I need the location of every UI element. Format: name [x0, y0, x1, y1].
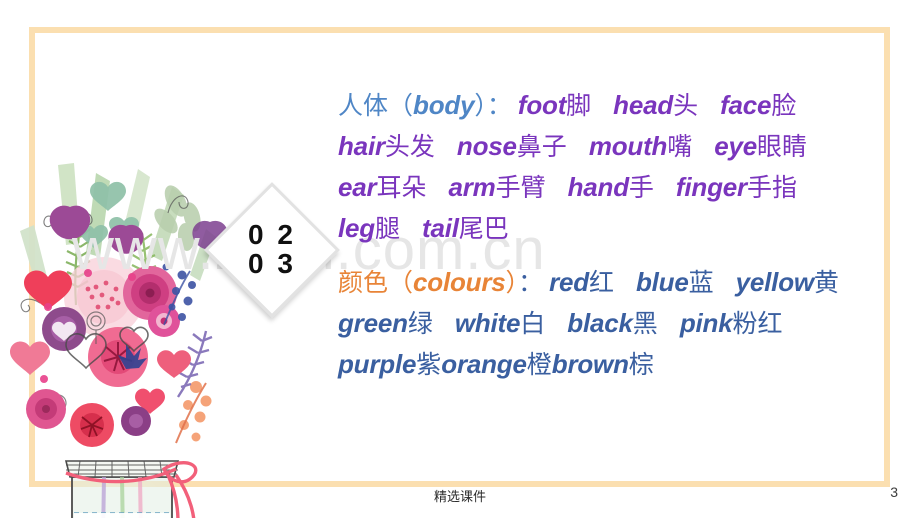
footer-note: 精选课件	[433, 490, 486, 505]
section-colours-header-en: colours	[413, 267, 506, 297]
word-en-green: green	[338, 308, 408, 338]
section-body-line-1: 人体（body）： foot脚 head头 face脸	[338, 92, 868, 118]
section-body-line-3: ear耳朵 arm手臂 hand手 finger手指	[338, 174, 868, 200]
word-en-orange: orange	[441, 349, 527, 379]
vocabulary-content: 人体（body）： foot脚 head头 face脸 hair头发 nose鼻子 mou…	[338, 92, 868, 377]
word-cn-orange: 橙	[526, 350, 552, 379]
word-cn-eye: 眼睛	[757, 132, 808, 161]
word-en-red: red	[549, 267, 589, 297]
word-cn-ear: 耳朵	[376, 173, 427, 202]
badge-line-2: 0 3	[248, 248, 296, 279]
word-cn-arm: 手臂	[495, 173, 546, 202]
word-en-brown: brown	[551, 349, 629, 379]
word-cn-hand: 手	[628, 173, 654, 202]
section-body-header-en: body	[413, 90, 475, 120]
word-cn-nose: 鼻子	[516, 132, 567, 161]
word-en-purple: purple	[338, 349, 417, 379]
badge-line-1: 0 2	[248, 219, 296, 251]
word-en-finger: finger	[675, 172, 747, 202]
section-body-line-4: leg腿 tail尾巴	[338, 215, 868, 241]
word-cn-tail: 尾巴	[458, 214, 509, 243]
word-en-ear: ear	[338, 172, 377, 202]
word-en-leg: leg	[338, 213, 375, 243]
badge-number-text: 0 2 0 3	[210, 188, 334, 312]
section-colours: 颜色（colours）： red红 blue蓝 yellow黄 green绿 white…	[338, 269, 868, 377]
paren-close: ）	[505, 268, 519, 297]
section-colours-colon: ：	[518, 268, 544, 297]
word-en-yellow: yellow	[735, 267, 814, 297]
word-en-foot: foot	[517, 90, 567, 120]
word-cn-mouth: 嘴	[667, 132, 693, 161]
section-colours-line-1: 颜色（colours）： red红 blue蓝 yellow黄	[338, 269, 868, 295]
word-en-hair: hair	[338, 131, 385, 161]
section-body-line-2: hair头发 nose鼻子 mouth嘴 eye眼睛	[338, 133, 868, 159]
word-cn-face: 脸	[771, 91, 797, 120]
word-cn-purple: 紫	[416, 350, 442, 379]
paren-close: ）	[474, 91, 487, 120]
paren-open: （	[388, 91, 414, 120]
page-number: 3	[890, 484, 898, 500]
word-cn-white: 白	[520, 309, 546, 338]
section-colours-header-cn: 颜色	[338, 268, 389, 297]
word-en-face: face	[720, 90, 772, 120]
section-body-header-cn: 人体	[338, 91, 389, 120]
word-en-nose: nose	[456, 131, 517, 161]
lesson-number-badge: 0 2 0 3	[204, 182, 340, 318]
paren-open: （	[388, 268, 414, 297]
word-en-eye: eye	[714, 131, 758, 161]
word-cn-black: 黑	[632, 309, 658, 338]
word-cn-brown: 棕	[628, 350, 654, 379]
word-cn-head: 头	[673, 91, 699, 120]
word-en-head: head	[613, 90, 674, 120]
word-en-tail: tail	[421, 213, 459, 243]
word-cn-leg: 腿	[374, 214, 400, 243]
word-cn-foot: 脚	[566, 91, 592, 120]
section-colours-line-2: green绿 white白 black黑 pink粉红	[338, 310, 868, 336]
word-cn-finger: 手指	[746, 173, 797, 202]
word-cn-pink: 粉红	[732, 309, 783, 338]
word-cn-hair: 头发	[384, 132, 435, 161]
word-cn-yellow: 黄	[813, 268, 839, 297]
word-en-blue: blue	[635, 267, 689, 297]
word-cn-red: 红	[588, 268, 614, 297]
section-body: 人体（body）： foot脚 head头 face脸 hair头发 nose鼻子 mou…	[338, 92, 868, 241]
section-colours-line-3: purple紫orange橙brown棕	[338, 351, 868, 377]
word-en-white: white	[454, 308, 521, 338]
word-en-black: black	[567, 308, 633, 338]
word-en-hand: hand	[567, 172, 630, 202]
word-en-arm: arm	[448, 172, 496, 202]
section-body-colon: ：	[486, 91, 512, 120]
word-en-mouth: mouth	[588, 131, 668, 161]
word-cn-green: 绿	[407, 309, 433, 338]
word-en-pink: pink	[679, 308, 733, 338]
word-cn-blue: 蓝	[688, 268, 714, 297]
flower-jar-illustration	[0, 125, 235, 518]
slide: www.zixin.com.cn 0 2 0 3 人体（body）：foot脚h…	[0, 0, 920, 518]
